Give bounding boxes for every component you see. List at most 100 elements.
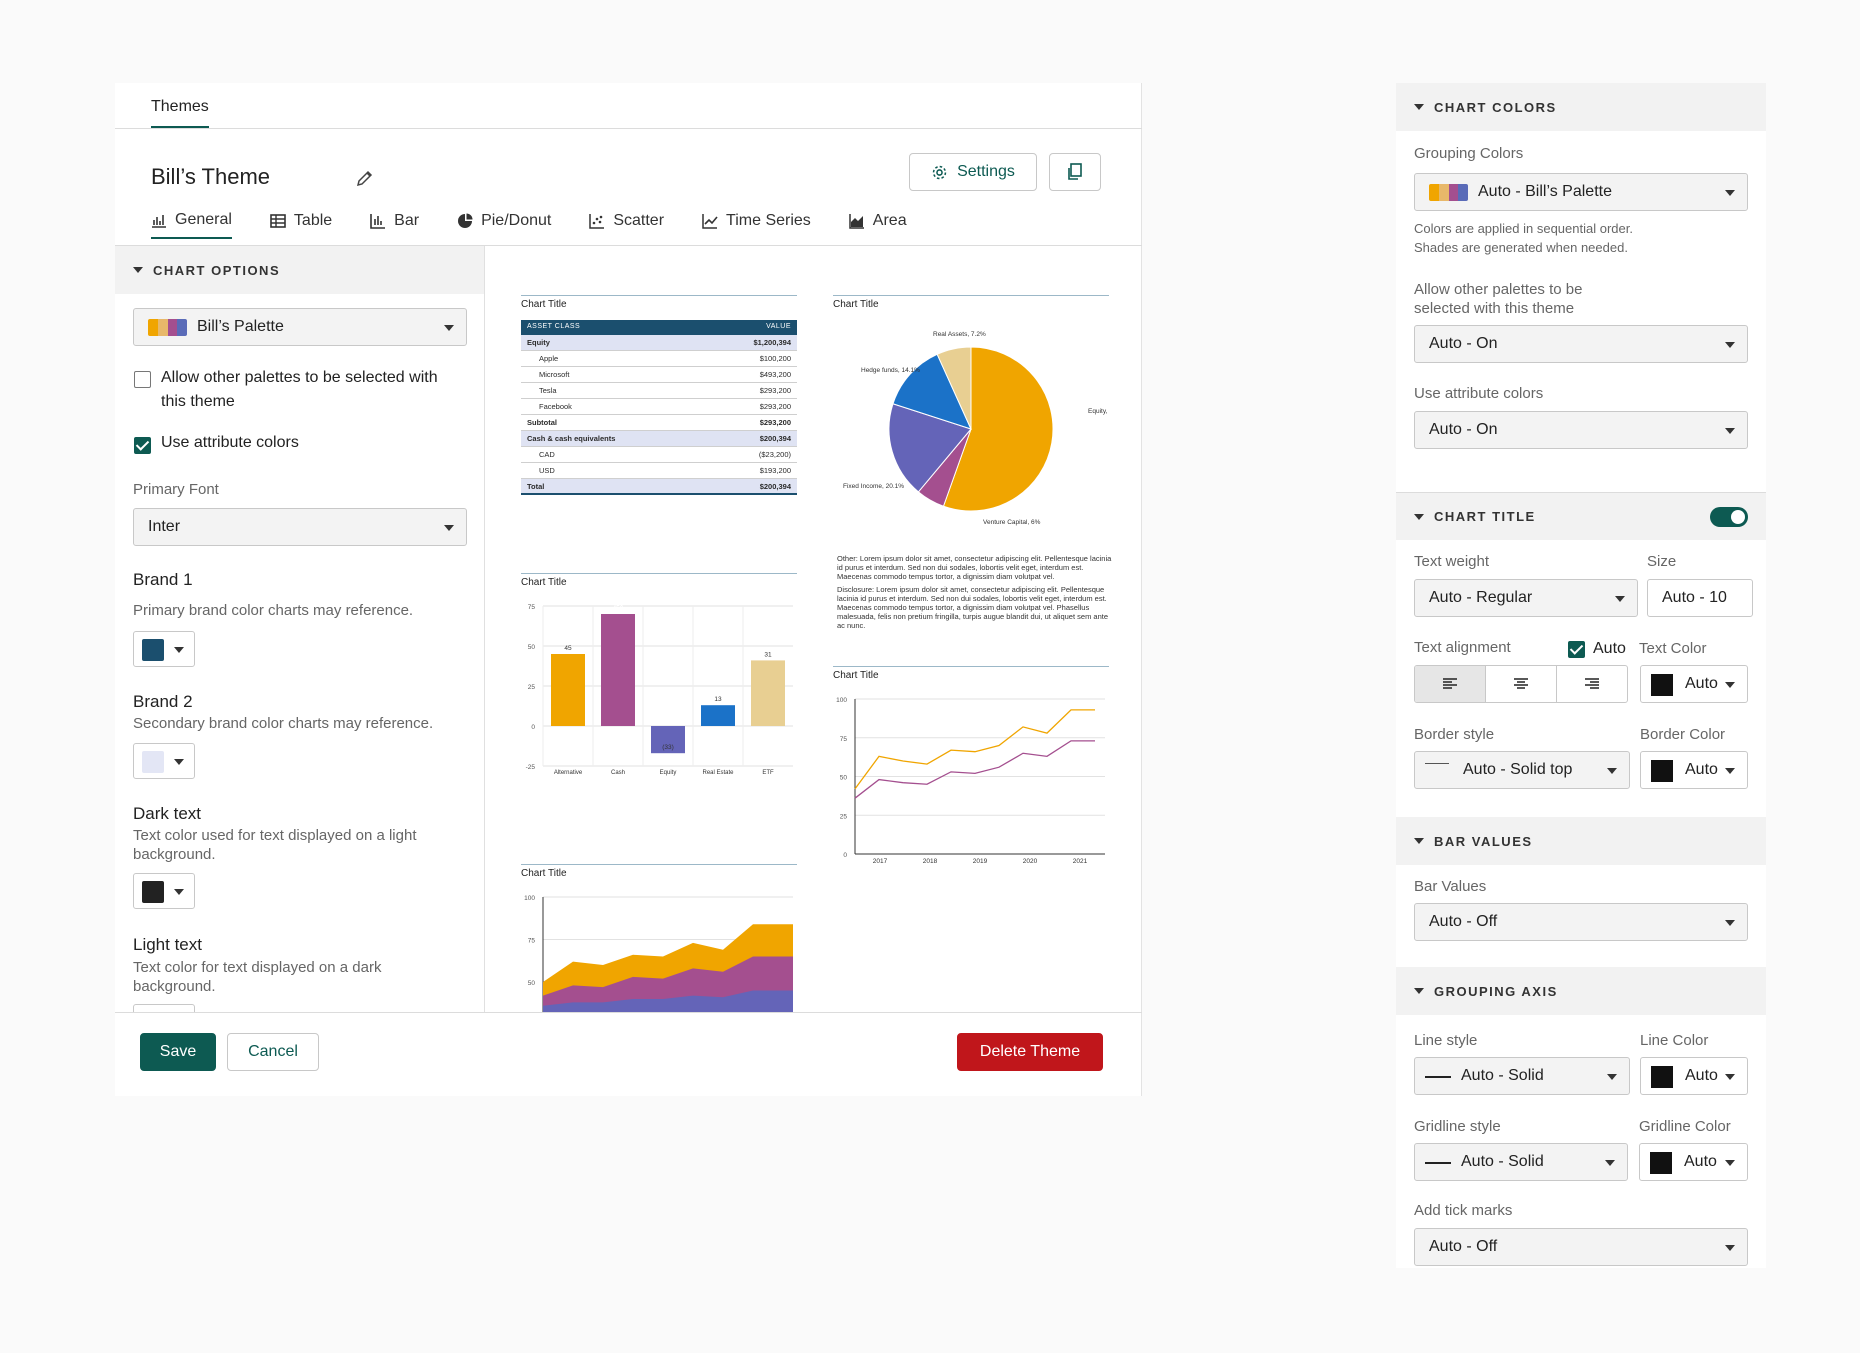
table-cell: ($23,200) (758, 450, 791, 459)
brand2-color-picker[interactable] (133, 743, 195, 779)
auto-align-checkbox[interactable] (1568, 641, 1585, 658)
chevron-down-icon (1725, 190, 1735, 196)
primary-font-select[interactable]: Inter (133, 508, 467, 546)
top-tabs: Themes (115, 83, 1142, 129)
border-color-picker[interactable]: Auto (1640, 751, 1748, 789)
cancel-button[interactable]: Cancel (227, 1033, 319, 1071)
allow-palettes-label: Allow other palettes to be selected with… (1414, 281, 1583, 317)
caret-down-icon (1414, 104, 1424, 110)
y-tick-label: 50 (840, 775, 848, 782)
settings-button[interactable]: Settings (909, 153, 1037, 191)
chevron-down-icon (1725, 428, 1735, 434)
light-text-label: Light text (133, 935, 202, 954)
text-weight-select[interactable]: Auto - Regular (1414, 579, 1638, 617)
chart-title-toggle[interactable] (1710, 507, 1748, 527)
gridline-style-select[interactable]: Auto - Solid (1414, 1143, 1628, 1181)
table-cell: USD (539, 466, 555, 475)
border-top-icon (1425, 763, 1449, 779)
pencil-icon[interactable] (355, 168, 375, 188)
tab-time-series[interactable]: Time Series (702, 211, 811, 239)
use-attr-select[interactable]: Auto - On (1414, 411, 1748, 449)
table-cell: Subtotal (527, 418, 557, 427)
text-color-picker[interactable]: Auto (1640, 665, 1748, 703)
y-tick-label: 75 (840, 736, 848, 743)
text-alignment-group (1414, 665, 1628, 703)
chevron-down-icon (1615, 596, 1625, 602)
color-swatch (1650, 1152, 1672, 1174)
caret-down-icon (1414, 513, 1424, 520)
bar-values-select[interactable]: Auto - Off (1414, 903, 1748, 941)
x-tick-label: 2017 (873, 858, 888, 865)
bar-values-label: Bar Values (1414, 878, 1487, 895)
bar-values-header[interactable]: BAR VALUES (1396, 817, 1766, 865)
font-value: Inter (148, 518, 181, 535)
align-center-icon (1514, 678, 1528, 689)
grouping-colors-select[interactable]: Auto - Bill’s Palette (1414, 173, 1748, 211)
palette-select[interactable]: Bill’s Palette (133, 308, 467, 346)
chevron-down-icon (1725, 768, 1735, 774)
chart-title: Chart Title (833, 670, 879, 681)
color-swatch (1651, 674, 1673, 696)
allow-palettes-select[interactable]: Auto - On (1414, 325, 1748, 363)
table-row: Total $200,394 (521, 479, 797, 495)
duplicate-button[interactable] (1049, 153, 1101, 191)
gridline-color-picker[interactable]: Auto (1639, 1143, 1748, 1181)
table-cell: Facebook (539, 402, 572, 411)
line-style-select[interactable]: Auto - Solid (1414, 1057, 1630, 1095)
tick-marks-select[interactable]: Auto - Off (1414, 1228, 1748, 1266)
bar-value-label: 450 (613, 605, 624, 612)
chart-colors-header[interactable]: CHART COLORS (1396, 83, 1766, 131)
table-row: USD $193,200 (521, 463, 797, 479)
table-cell: Tesla (539, 386, 557, 395)
section-title: CHART OPTIONS (153, 262, 281, 278)
chart-title: Chart Title (521, 299, 567, 310)
text-alignment-label: Text alignment (1414, 639, 1511, 656)
section-title: BAR VALUES (1434, 833, 1533, 849)
chevron-down-icon (444, 325, 454, 331)
chevron-down-icon (1725, 1245, 1735, 1251)
bar-value-label: 31 (764, 651, 772, 658)
tab-label: Bar (394, 212, 420, 229)
note-shades: Shades are generated when needed. (1414, 240, 1628, 255)
align-right-button[interactable] (1557, 666, 1627, 702)
table-icon (270, 214, 286, 228)
select-value: Auto - Off (1429, 913, 1498, 930)
select-value: Auto (1685, 675, 1718, 692)
tab-table[interactable]: Table (270, 211, 332, 239)
align-center-button[interactable] (1486, 666, 1557, 702)
line-color-picker[interactable]: Auto (1640, 1057, 1748, 1095)
chevron-down-icon (174, 889, 184, 895)
tab-themes[interactable]: Themes (151, 98, 209, 128)
size-input[interactable]: Auto - 10 (1647, 579, 1753, 617)
tab-bar[interactable]: Bar (370, 211, 419, 239)
tab-pie[interactable]: Pie/Donut (457, 211, 551, 239)
use-attr-checkbox[interactable] (134, 437, 151, 454)
allow-palettes-checkbox[interactable] (134, 371, 151, 388)
border-style-select[interactable]: Auto - Solid top (1414, 751, 1630, 789)
grouping-axis-header[interactable]: GROUPING AXIS (1396, 967, 1766, 1015)
border-color-label: Border Color (1640, 726, 1726, 743)
dark-text-desc: Text color used for text displayed on a … (133, 827, 417, 863)
table-cell: Microsoft (539, 370, 570, 379)
tab-general[interactable]: General (151, 211, 232, 239)
delete-theme-button[interactable]: Delete Theme (957, 1033, 1103, 1071)
tab-scatter[interactable]: Scatter (589, 211, 664, 239)
line-preview: Chart Title 100 75 50 25 0 2017 2018 2019 2020 20… (833, 666, 1109, 865)
tab-area[interactable]: Area (849, 211, 907, 239)
light-text-color-picker[interactable] (133, 1004, 195, 1012)
note-disclosure: Disclosure: Lorem ipsum dolor sit amet, … (837, 585, 1108, 630)
line-style-label: Line style (1414, 1032, 1478, 1049)
color-swatch (142, 751, 164, 773)
brand1-color-picker[interactable] (133, 631, 195, 667)
dark-text-color-picker[interactable] (133, 873, 195, 909)
table-cell: $200,394 (759, 434, 791, 443)
x-tick-label: 2020 (1023, 858, 1038, 865)
align-left-button[interactable] (1415, 666, 1486, 702)
table-cell: Equity (527, 338, 550, 347)
save-button[interactable]: Save (140, 1033, 216, 1071)
select-value: Auto - On (1429, 335, 1498, 352)
bar-preview: Chart Title 75 50 25 0 -25 45 Alternative 450 Ca… (521, 573, 797, 776)
select-value: Auto (1685, 1067, 1718, 1084)
chart-title-header[interactable]: CHART TITLE (1396, 492, 1766, 540)
chart-options-header[interactable]: CHART OPTIONS (115, 246, 484, 294)
